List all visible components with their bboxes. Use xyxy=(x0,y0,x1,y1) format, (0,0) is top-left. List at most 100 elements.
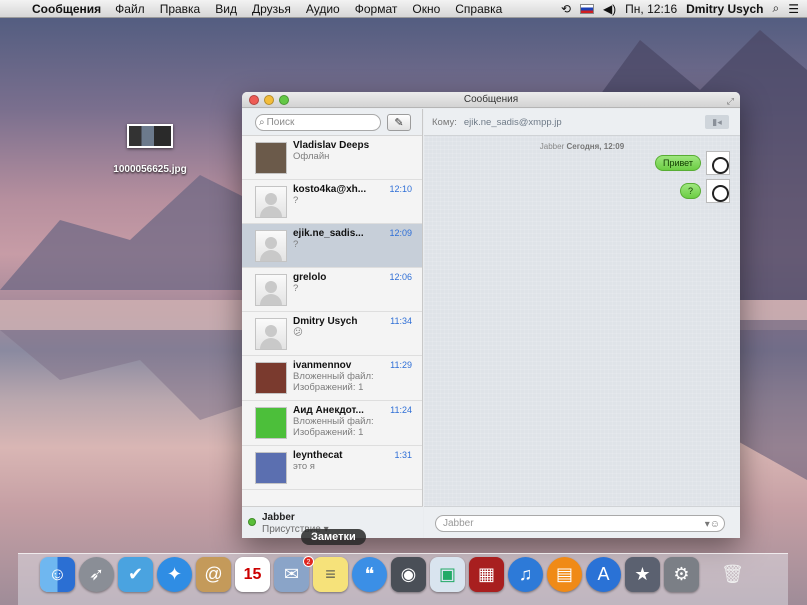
messages-icon[interactable]: ❝ xyxy=(352,557,387,592)
notification-center-icon[interactable]: ☰ xyxy=(788,2,799,16)
menu-audio[interactable]: Аудио xyxy=(306,2,340,16)
avatar xyxy=(255,318,287,350)
conversation-name: Vladislav Deeps xyxy=(293,140,370,151)
search-input[interactable]: ⌕ Поиск xyxy=(255,113,381,131)
conversation-time: 12:10 xyxy=(389,184,412,194)
minimize-button[interactable] xyxy=(264,95,274,105)
safari-icon[interactable]: ✦ xyxy=(157,557,192,592)
conversation-preview: ? xyxy=(293,283,299,294)
compose-button[interactable]: ✎ xyxy=(387,113,411,131)
conversation-item[interactable]: kosto4ka@xh... 12:10 ? xyxy=(242,180,422,224)
notes-icon[interactable]: ≡ xyxy=(313,557,348,592)
recipient-field[interactable]: ejik.ne_sadis@xmpp.jp xyxy=(464,117,562,128)
menu-app-name[interactable]: Сообщения xyxy=(32,2,101,16)
imovie-icon[interactable]: ★ xyxy=(625,557,660,592)
chat-time: Сегодня, 12:09 xyxy=(566,142,625,151)
message-input[interactable]: Jabber ▾☺ xyxy=(435,515,725,532)
finder-icon[interactable]: ☺ xyxy=(40,557,75,592)
conversation-preview: Вложенный файл: Изображений: 1 xyxy=(293,371,374,393)
conversation-time: 11:34 xyxy=(390,316,412,326)
menu-clock[interactable]: Пн, 12:16 xyxy=(625,2,677,16)
vk-classic-icon[interactable]: ✔ xyxy=(118,557,153,592)
system-preferences-icon[interactable]: ⚙ xyxy=(664,557,699,592)
desktop-file[interactable]: 1000056625.jpg xyxy=(106,124,194,175)
dock-icons: ☺ ➶ ✔ ✦ @ 15 ✉ ≡ ❝ ◉ ▣ ▦ ♫ ▤ A ★ ⚙ 🗑 xyxy=(40,557,750,592)
search-placeholder: Поиск xyxy=(266,116,295,128)
conversation-item-selected[interactable]: ejik.ne_sadis... 12:09 ? xyxy=(242,224,422,268)
dock-tooltip: Заметки xyxy=(301,529,366,545)
facetime-icon[interactable]: ◉ xyxy=(391,557,426,592)
chat-service: Jabber xyxy=(539,142,565,151)
conversation-time: 1:31 xyxy=(394,450,412,460)
menu-edit[interactable]: Правка xyxy=(160,2,201,16)
zoom-button[interactable] xyxy=(279,95,289,105)
conversation-name: kosto4ka@xh... xyxy=(293,184,367,195)
menu-user[interactable]: Dmitry Usych xyxy=(686,2,763,16)
message-input-bar: Jabber ▾☺ xyxy=(424,506,740,538)
conversation-preview: это я xyxy=(293,461,315,472)
avatar xyxy=(255,186,287,218)
photo-booth-icon[interactable]: ▦ xyxy=(469,557,504,592)
message-bubble[interactable]: ? xyxy=(679,183,701,199)
message-bubble[interactable]: Привет xyxy=(654,155,701,171)
fullscreen-icon[interactable]: ⤢ xyxy=(727,93,734,109)
conversation-name: Dmitry Usych xyxy=(293,316,358,327)
conversation-preview: Вложенный файл: Изображений: 1 xyxy=(293,416,374,438)
calendar-day: 15 xyxy=(243,565,262,583)
spotlight-icon[interactable]: ⌕ xyxy=(773,1,780,16)
menu-bar: Сообщения Файл Правка Вид Друзья Аудио Ф… xyxy=(0,0,807,18)
menu-format[interactable]: Формат xyxy=(355,2,398,16)
avatar xyxy=(255,362,287,394)
launchpad-icon[interactable]: ➶ xyxy=(79,557,114,592)
avatar xyxy=(706,151,730,175)
to-label: Кому: xyxy=(432,116,457,128)
menu-buddies[interactable]: Друзья xyxy=(252,2,291,16)
close-button[interactable] xyxy=(249,95,259,105)
conversation-preview: Офлайн xyxy=(293,151,330,162)
trash-icon[interactable]: 🗑 xyxy=(715,557,750,592)
compose-icon: ✎ xyxy=(394,116,404,129)
conversation-name: ivanmennov xyxy=(293,360,352,371)
conversation-time: 11:29 xyxy=(390,360,412,370)
menu-help[interactable]: Справка xyxy=(455,2,502,16)
conversation-item[interactable]: ivanmennov 11:29 Вложенный файл: Изображ… xyxy=(242,356,422,401)
message-row: Привет xyxy=(654,151,730,175)
conversation-item[interactable]: leynthecat 1:31 это я xyxy=(242,446,422,490)
itunes-icon[interactable]: ♫ xyxy=(508,557,543,592)
search-icon: ⌕ xyxy=(259,116,265,128)
calendar-icon[interactable]: 15 xyxy=(235,557,270,592)
menu-file[interactable]: Файл xyxy=(115,2,145,16)
conversation-preview: ? xyxy=(293,195,299,206)
avatar xyxy=(255,230,287,262)
emoji-icon[interactable]: ▾☺ xyxy=(705,517,720,532)
menu-window[interactable]: Окно xyxy=(412,2,440,16)
conversation-preview: ? xyxy=(293,239,299,250)
conversation-item[interactable]: Vladislav Deeps Офлайн xyxy=(242,136,422,180)
time-machine-icon[interactable]: ⟲ xyxy=(561,2,571,16)
conversation-sidebar: ⌕ Поиск ✎ Vladislav Deeps Офлайн kosto4k… xyxy=(242,109,423,538)
contacts-icon[interactable]: @ xyxy=(196,557,231,592)
ibooks-icon[interactable]: ▤ xyxy=(547,557,582,592)
conversation-name: ejik.ne_sadis... xyxy=(293,228,364,239)
volume-icon[interactable]: ◀) xyxy=(603,2,616,16)
window-titlebar[interactable]: Сообщения ⤢ xyxy=(242,92,740,108)
avatar xyxy=(255,407,287,439)
video-call-button[interactable]: ▮◂ xyxy=(705,115,729,129)
file-name[interactable]: 1000056625.jpg xyxy=(106,164,194,175)
message-input-placeholder: Jabber xyxy=(443,518,474,529)
preview-icon[interactable]: ▣ xyxy=(430,557,465,592)
app-store-icon[interactable]: A xyxy=(586,557,621,592)
menu-view[interactable]: Вид xyxy=(215,2,237,16)
conversation-item[interactable]: Dmitry Usych 11:34 😕 xyxy=(242,312,422,356)
file-thumbnail[interactable] xyxy=(127,124,173,148)
conversation-time: 11:24 xyxy=(390,405,412,415)
message-row: ? xyxy=(679,179,730,203)
conversation-item[interactable]: Аид Анекдот... 11:24 Вложенный файл: Изо… xyxy=(242,401,422,446)
mail-badge: 2 xyxy=(303,556,314,567)
conversation-item[interactable]: grelolo 12:06 ? xyxy=(242,268,422,312)
recipient-row: Кому: ejik.ne_sadis@xmpp.jp ▮◂ xyxy=(424,109,740,136)
input-source-flag-icon[interactable] xyxy=(579,3,594,14)
conversation-time: 12:09 xyxy=(389,228,412,238)
avatar xyxy=(706,179,730,203)
conversation-preview: 😕 xyxy=(293,327,303,338)
